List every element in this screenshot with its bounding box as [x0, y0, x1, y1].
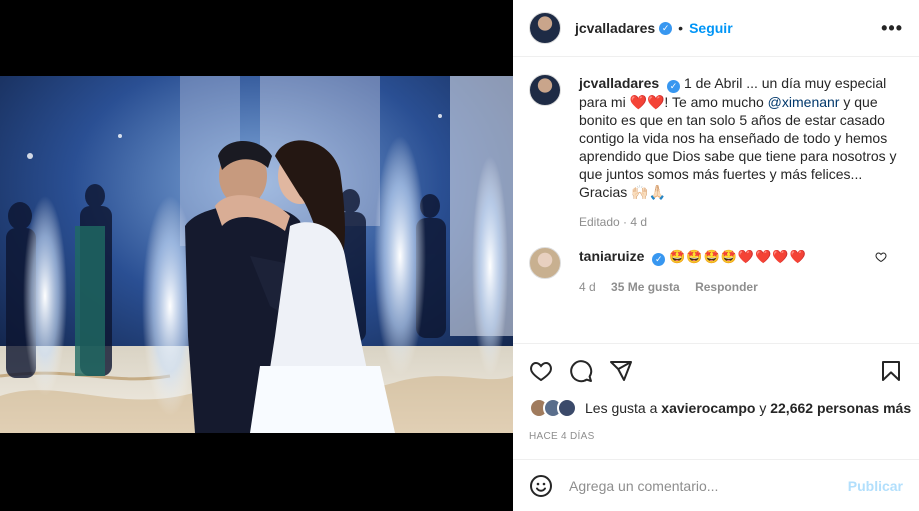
caption-mention[interactable]: @ximenanr: [768, 94, 840, 110]
comment-meta: 4 d 35 Me gusta Responder: [579, 278, 899, 296]
comment-icon[interactable]: [567, 357, 595, 385]
post-media-area: [0, 0, 513, 511]
author-username[interactable]: jcvalladares: [575, 20, 655, 36]
post-timestamp[interactable]: HACE 4 DÍAS: [529, 431, 595, 442]
likes-first-user[interactable]: xavierocampo: [661, 400, 755, 416]
post-header: jcvalladares ✓ • Seguir •••: [513, 0, 919, 57]
instagram-post-modal: jcvalladares ✓ • Seguir ••• jcvalladares…: [0, 0, 919, 511]
share-icon[interactable]: [607, 357, 635, 385]
comment-time: 4 d: [579, 280, 596, 294]
comment-like-heart-icon[interactable]: [875, 251, 887, 263]
caption-edited-time: Editado · 4 d: [579, 215, 648, 229]
likes-middle: y: [755, 400, 771, 416]
comment-username[interactable]: taniaruize: [579, 248, 644, 264]
comment-body: taniaruize ✓ 🤩🤩🤩🤩❤️❤️❤️❤️ 4 d 35 Me gust…: [579, 247, 899, 296]
heart-icon[interactable]: [527, 357, 555, 385]
likes-prefix: Les gusta a: [585, 400, 662, 416]
avatar[interactable]: [529, 247, 561, 279]
avatar[interactable]: [557, 398, 577, 418]
publish-button[interactable]: Publicar: [848, 478, 903, 494]
verified-icon: ✓: [659, 21, 673, 35]
avatar[interactable]: [529, 74, 561, 106]
wedding-photo-image: [0, 76, 513, 433]
caption: jcvalladares ✓ 1 de Abril ... un día muy…: [529, 74, 903, 231]
verified-icon: ✓: [667, 80, 681, 93]
avatar[interactable]: [529, 12, 561, 44]
separator-dot: •: [678, 20, 684, 36]
verified-icon: ✓: [652, 253, 666, 266]
more-icon[interactable]: •••: [881, 18, 903, 39]
comment-item: taniaruize ✓ 🤩🤩🤩🤩❤️❤️❤️❤️ 4 d 35 Me gust…: [529, 247, 903, 296]
likes-count[interactable]: 22,662 personas más: [770, 400, 911, 416]
caption-body: jcvalladares ✓ 1 de Abril ... un día muy…: [579, 74, 899, 231]
caption-meta: Editado · 4 d: [579, 213, 899, 231]
reply-button[interactable]: Responder: [695, 280, 758, 294]
comment-likes[interactable]: 35 Me gusta: [611, 280, 680, 294]
comments-section[interactable]: jcvalladares ✓ 1 de Abril ... un día muy…: [513, 58, 919, 343]
comment-input[interactable]: [569, 477, 848, 494]
post-details-panel: jcvalladares ✓ • Seguir ••• jcvalladares…: [513, 0, 919, 511]
caption-username[interactable]: jcvalladares: [579, 75, 659, 91]
add-comment-bar: Publicar: [513, 459, 919, 511]
post-actions: [513, 343, 919, 397]
likes-summary: Les gusta a xavierocampo y 22,662 person…: [529, 398, 911, 418]
comment-text: 🤩🤩🤩🤩❤️❤️❤️❤️: [669, 249, 807, 264]
likes-text[interactable]: Les gusta a xavierocampo y 22,662 person…: [585, 400, 911, 416]
emoji-icon[interactable]: [529, 474, 553, 498]
post-photo[interactable]: [0, 76, 513, 433]
bookmark-icon[interactable]: [877, 357, 905, 385]
follow-button[interactable]: Seguir: [689, 20, 733, 36]
